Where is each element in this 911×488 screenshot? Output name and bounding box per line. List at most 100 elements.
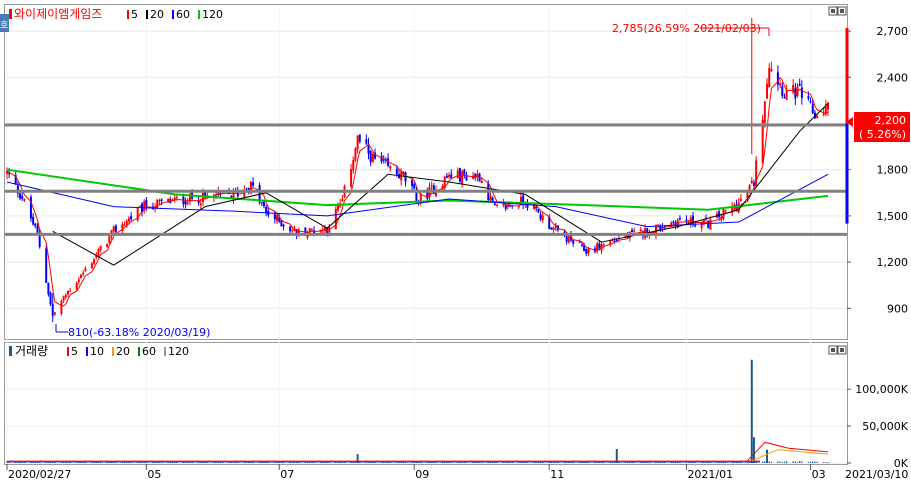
candle-body xyxy=(389,166,392,169)
candle-body xyxy=(62,296,65,301)
candle-body xyxy=(770,68,773,72)
candle-body xyxy=(186,202,189,204)
candle-body xyxy=(811,103,814,114)
candle-body xyxy=(724,210,727,212)
date-tick-label: 09 xyxy=(415,468,429,481)
candle-body xyxy=(252,182,255,186)
candle-body xyxy=(69,290,72,292)
stock-name: 와이제이엠게임즈 xyxy=(14,7,102,21)
candle-body xyxy=(750,180,753,184)
candle-body xyxy=(822,113,825,116)
volume-tick-label: 100,000K xyxy=(855,383,908,396)
candle-body xyxy=(337,205,340,211)
panel-toggle-glyph: 호 xyxy=(0,20,8,31)
candle-body xyxy=(448,174,451,178)
high-annotation: 2,785(26.59% 2021/02/03) xyxy=(612,22,761,35)
candle-body xyxy=(47,283,50,295)
price-panel-frame xyxy=(4,4,848,340)
candle-body xyxy=(84,268,87,272)
price-axis: 9001,2001,5001,8002,1002,4002,700 xyxy=(847,25,908,315)
candle-body xyxy=(785,90,788,100)
candle-body xyxy=(280,220,283,227)
current-price-change: ( 5.26%) xyxy=(859,128,906,141)
candle-body xyxy=(130,216,133,220)
volume-panel-restore-icon-inner xyxy=(831,348,835,352)
candle-body xyxy=(430,185,433,187)
candle-body xyxy=(82,272,85,275)
candle-body xyxy=(354,148,357,161)
high-annotation-group: 2,785(26.59% 2021/02/03) xyxy=(612,22,770,36)
candle-body xyxy=(291,230,294,232)
price-panel-restore-icon-inner xyxy=(831,9,835,13)
date-tick-label: 2020/02/27 xyxy=(8,468,71,481)
candle-body xyxy=(75,282,78,290)
date-tick-label: 2021/01 xyxy=(687,468,733,481)
candle-body xyxy=(763,101,766,124)
date-tick-label: 03 xyxy=(812,468,826,481)
candle-body xyxy=(768,68,771,88)
chart-canvas: 9001,2001,5001,8002,1002,4002,700 0K50,0… xyxy=(0,4,910,481)
candle-body xyxy=(230,196,233,198)
candle-body xyxy=(21,196,24,199)
candle-body xyxy=(273,213,276,220)
legend-swatch xyxy=(164,347,166,356)
candle-body xyxy=(199,203,202,206)
candle-body xyxy=(598,243,601,249)
date-end-label: 2021/03/10 xyxy=(845,468,908,481)
candle-body xyxy=(493,203,496,206)
candle-body xyxy=(158,200,161,202)
candle-body xyxy=(93,259,96,264)
candle-body xyxy=(816,115,819,118)
legend-swatch xyxy=(127,10,129,19)
candle-body xyxy=(489,196,492,201)
candle-body xyxy=(310,229,313,231)
candle-body xyxy=(463,169,466,175)
candle-body xyxy=(97,249,100,256)
price-tick-label: 1,800 xyxy=(877,164,909,177)
candle-body xyxy=(53,312,56,315)
candle-body xyxy=(578,241,581,243)
candle-body xyxy=(365,139,368,144)
legend-label: 120 xyxy=(168,345,189,358)
candle-body xyxy=(550,227,553,230)
candle-body xyxy=(160,199,163,201)
candle-body xyxy=(108,235,111,244)
date-tick-label: 07 xyxy=(280,468,294,481)
legend-swatch xyxy=(172,10,174,19)
candle-body xyxy=(602,244,605,246)
low-annotation-group: 810(-63.18% 2020/03/19) xyxy=(55,324,210,339)
candle-body xyxy=(539,214,542,220)
legend-swatch xyxy=(198,10,200,19)
candle-body xyxy=(702,219,705,224)
date-axis: 2020/02/27 05 07 09 11 2021/01 03 2021/03/10 xyxy=(6,464,908,481)
current-price-marker: 2,200 ( 5.26%) xyxy=(846,112,910,142)
candle-body xyxy=(112,226,115,232)
volume-tick-label: 50,000K xyxy=(862,420,908,433)
legend-label: 10 xyxy=(90,345,104,358)
candle-body xyxy=(587,248,590,254)
legend-label: 20 xyxy=(150,8,164,21)
candle-body xyxy=(541,215,544,221)
volume-panel-frame xyxy=(4,342,848,465)
candle-body xyxy=(265,206,268,213)
candle-body xyxy=(175,196,178,198)
candle-body xyxy=(445,175,448,178)
candle-body xyxy=(34,223,37,226)
candle-body xyxy=(537,209,540,213)
price-panel-close-icon-inner xyxy=(840,9,844,13)
candle-body xyxy=(77,279,80,283)
date-tick-label: 05 xyxy=(147,468,161,481)
candle-body xyxy=(678,217,681,220)
candle-body xyxy=(32,216,35,225)
candle-body xyxy=(739,198,742,201)
candle-body xyxy=(580,244,583,246)
candle-body xyxy=(106,243,109,248)
stock-chart: 9001,2001,5001,8002,1002,4002,700 0K50,0… xyxy=(0,0,911,484)
candle-body xyxy=(276,215,279,221)
candle-body xyxy=(413,184,416,189)
candle-body xyxy=(685,219,688,222)
candle-body xyxy=(633,230,636,232)
candle-body xyxy=(495,204,498,206)
candle-body xyxy=(49,293,52,305)
candle-body xyxy=(766,83,769,99)
